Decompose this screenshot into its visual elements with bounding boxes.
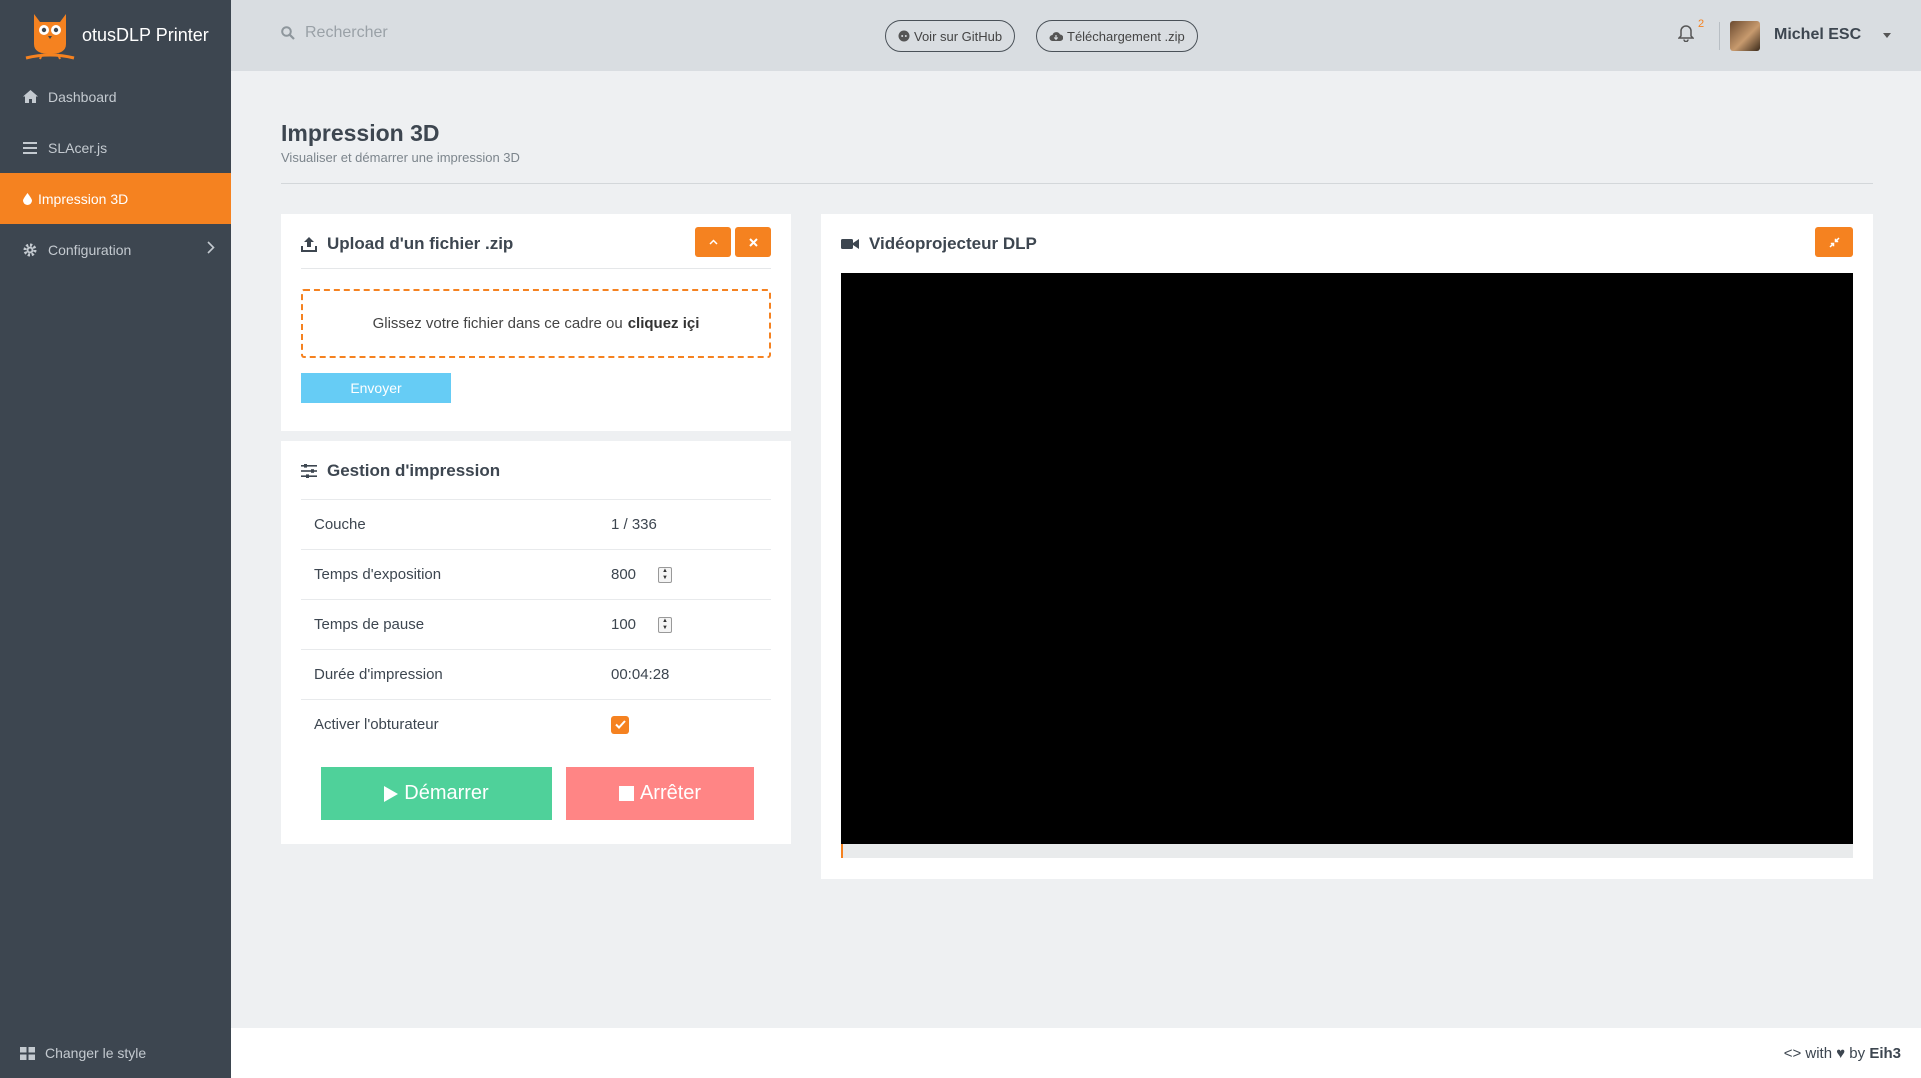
github-icon: [898, 30, 910, 42]
download-zip-button[interactable]: Téléchargement .zip: [1036, 20, 1198, 52]
download-label: Téléchargement .zip: [1067, 28, 1185, 44]
projector-panel: Vidéoprojecteur DLP: [821, 214, 1873, 879]
stop-icon: [618, 786, 634, 801]
cloud-download-icon: [1049, 31, 1063, 42]
search-box: [281, 24, 505, 42]
pause-stepper[interactable]: ▲ ▼: [658, 616, 673, 633]
notification-badge: 2: [1698, 18, 1705, 30]
sidebar-item-configuration[interactable]: Configuration: [0, 224, 231, 275]
send-button[interactable]: Envoyer: [301, 373, 451, 403]
upload-title-text: Upload d'un fichier .zip: [327, 234, 514, 253]
footer-prefix: <> with ♥ by: [1783, 1045, 1866, 1062]
sidebar-item-label: Dashboard: [48, 88, 117, 105]
page-subtitle: Visualiser et démarrer une impression 3D: [281, 150, 520, 165]
sidebar: otusDLP Printer Dashboard SLAcer.js Impr…: [0, 0, 231, 1078]
start-label: Démarrer: [404, 782, 489, 804]
topbar-divider: [1719, 22, 1720, 50]
sidebar-item-label: Impression 3D: [38, 190, 129, 207]
chevron-right-icon: [207, 241, 215, 257]
owl-logo-icon: [25, 13, 75, 59]
exposure-label: Temps d'exposition: [314, 566, 442, 583]
github-button[interactable]: Voir sur GitHub: [885, 20, 1016, 52]
brand[interactable]: otusDLP Printer: [0, 0, 231, 71]
sidebar-item-label: Configuration: [48, 241, 132, 258]
page-title: Impression 3D: [281, 120, 440, 146]
duration-label: Durée d'impression: [314, 666, 443, 683]
sidebar-item-label: SLAcer.js: [48, 139, 108, 156]
search-input[interactable]: [305, 24, 505, 42]
change-style-button[interactable]: Changer le style: [0, 1028, 231, 1078]
upload-panel: Upload d'un fichier .zip Glissez votre f…: [281, 214, 791, 431]
user-name[interactable]: Michel ESC: [1774, 26, 1861, 44]
close-button[interactable]: [735, 227, 771, 257]
progress-fill: [841, 844, 844, 858]
pause-input[interactable]: 100: [611, 616, 636, 633]
chevron-up-icon: [708, 239, 718, 245]
footer-author[interactable]: Eih3: [1869, 1045, 1901, 1062]
layer-row: Couche 1 / 336: [301, 499, 771, 549]
github-label: Voir sur GitHub: [914, 28, 1003, 44]
sidebar-item-impression-3d[interactable]: Impression 3D: [0, 173, 231, 224]
exposure-stepper[interactable]: ▲ ▼: [658, 566, 673, 583]
panel-divider: [301, 268, 771, 269]
bell-icon[interactable]: [1677, 24, 1695, 47]
duration-value: 00:04:28: [611, 666, 670, 683]
sidebar-item-dashboard[interactable]: Dashboard: [0, 71, 231, 122]
duration-row: Durée d'impression 00:04:28: [301, 649, 771, 699]
compress-icon: [1828, 236, 1840, 248]
projector-title-text: Vidéoprojecteur DLP: [869, 234, 1037, 253]
brand-name: otusDLP Printer: [82, 25, 209, 45]
topbar: Voir sur GitHub Téléchargement .zip 2 Mi…: [231, 0, 1921, 71]
collapse-button[interactable]: [695, 227, 731, 257]
pause-label: Temps de pause: [314, 616, 425, 633]
layer-label: Couche: [314, 516, 366, 533]
sidebar-item-slacer[interactable]: SLAcer.js: [0, 122, 231, 173]
shutter-row: Activer l'obturateur: [301, 699, 771, 749]
play-icon: [384, 785, 399, 802]
shutter-label: Activer l'obturateur: [314, 716, 439, 733]
footer: <> with ♥ by Eih3: [231, 1028, 1921, 1078]
gear-icon: [22, 242, 38, 258]
search-icon: [281, 26, 295, 40]
exposure-row: Temps d'exposition 800 ▲ ▼: [301, 549, 771, 599]
print-panel-title: Gestion d'impression: [301, 461, 500, 481]
print-progress-bar: [841, 844, 1853, 858]
list-icon: [22, 140, 38, 156]
exposure-input[interactable]: 800: [611, 566, 636, 583]
close-icon: [748, 237, 758, 247]
pause-row: Temps de pause 100 ▲ ▼: [301, 599, 771, 649]
upload-panel-title: Upload d'un fichier .zip: [301, 234, 513, 254]
layer-value: 1 / 336: [611, 516, 657, 533]
grid-icon: [20, 1046, 35, 1060]
fullscreen-button[interactable]: [1815, 227, 1853, 257]
check-icon: [614, 720, 626, 729]
shutter-checkbox[interactable]: [611, 715, 629, 734]
file-dropzone[interactable]: Glissez votre fichier dans ce cadre ou c…: [301, 289, 771, 358]
change-style-label: Changer le style: [45, 1045, 147, 1061]
drop-icon: [22, 191, 32, 207]
avatar[interactable]: [1730, 21, 1760, 51]
dropzone-text: Glissez votre fichier dans ce cadre ou: [372, 315, 623, 332]
projector-screen: [841, 273, 1853, 844]
dropzone-link[interactable]: cliquez içi: [628, 315, 700, 332]
sliders-icon: [301, 464, 317, 478]
caret-down-icon[interactable]: [1883, 33, 1891, 38]
home-icon: [22, 89, 38, 105]
footer-credit: <> with ♥ by Eih3: [1784, 1045, 1901, 1062]
start-button[interactable]: Démarrer: [321, 767, 552, 820]
stop-button[interactable]: Arrêter: [566, 767, 754, 820]
print-title-text: Gestion d'impression: [327, 461, 501, 480]
stop-label: Arrêter: [639, 782, 702, 804]
header-divider: [281, 183, 1873, 184]
video-camera-icon: [841, 238, 859, 250]
projector-panel-title: Vidéoprojecteur DLP: [841, 234, 1037, 254]
upload-icon: [301, 236, 317, 252]
print-panel: Gestion d'impression Couche 1 / 336 Temp…: [281, 441, 791, 844]
